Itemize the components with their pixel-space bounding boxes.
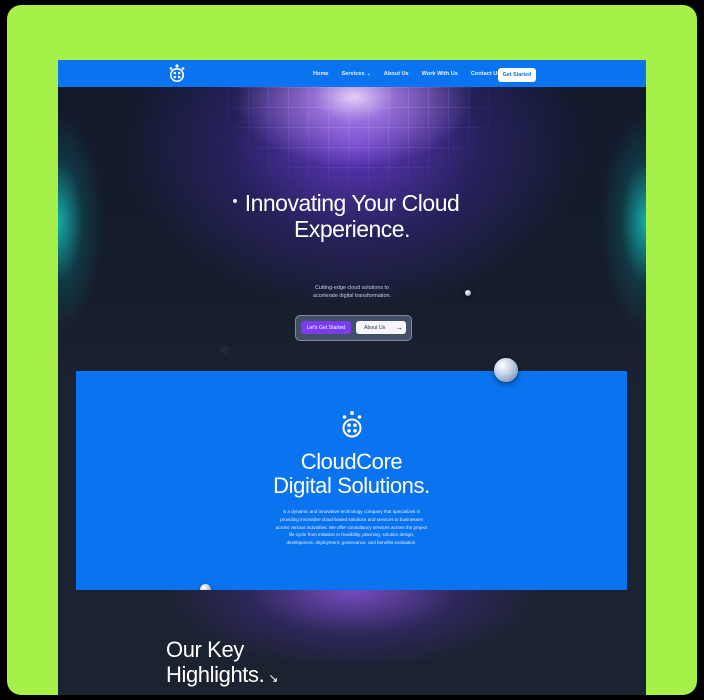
- website-preview: Home Services ⌄ About Us Work With Us Con…: [58, 60, 646, 695]
- about-title-line-2: Digital Solutions.: [273, 473, 430, 498]
- highlights-title-line-2: Highlights. ↘: [166, 662, 278, 691]
- nav-link-services[interactable]: Services ⌄: [342, 71, 371, 77]
- highlights-section: Our Key Highlights. ↘: [58, 590, 646, 695]
- about-description-line: providing innovative cloud-based solutio…: [280, 516, 423, 522]
- hero-subtitle-line-1: Cutting-edge cloud solutions to: [314, 285, 390, 291]
- about-us-button[interactable]: About Us →: [356, 321, 406, 334]
- hero-title-line-2: Experience.: [294, 216, 410, 242]
- about-description: is a dynamic and innovative technology c…: [264, 508, 439, 547]
- about-us-button-label: About Us: [364, 324, 386, 331]
- arrow-down-right-icon: ↘: [268, 671, 278, 685]
- hero-grid-pattern: [208, 87, 508, 197]
- nav-link-about-us[interactable]: About Us: [384, 71, 409, 77]
- lets-get-started-button[interactable]: Let's Get Started: [301, 321, 351, 334]
- highlights-title-line-1: Our Key: [166, 637, 244, 662]
- about-description-line: development, deployment, governance, and…: [286, 540, 417, 546]
- arrow-right-icon: →: [395, 323, 404, 332]
- screenshot-frame: Home Services ⌄ About Us Work With Us Con…: [0, 0, 704, 700]
- nav-link-work-with-us[interactable]: Work With Us: [422, 71, 458, 77]
- cloudcore-logo-icon: [342, 411, 362, 438]
- hero-subtitle-line-2: accelerate digital transformation.: [313, 293, 391, 299]
- about-title: CloudCore Digital Solutions.: [76, 450, 627, 498]
- chevron-down-icon: ⌄: [366, 70, 371, 77]
- nav-links: Home Services ⌄ About Us Work With Us Con…: [313, 60, 513, 87]
- highlights-title: Our Key Highlights. ↘: [166, 637, 278, 691]
- about-description-line: is a dynamic and innovative technology c…: [282, 509, 421, 514]
- hero-title-line-1: Innovating Your Cloud: [244, 190, 460, 216]
- hero-subtitle: Cutting-edge cloud solutions to accelera…: [302, 284, 402, 300]
- hero-section: Innovating Your Cloud Experience. Cuttin…: [58, 87, 646, 387]
- get-started-button[interactable]: Get Started: [498, 68, 536, 82]
- about-title-line-1: CloudCore: [300, 449, 403, 474]
- nav-link-contact-us[interactable]: Contact Us: [471, 71, 501, 77]
- nav-link-home[interactable]: Home: [313, 71, 329, 77]
- top-navigation-bar: Home Services ⌄ About Us Work With Us Con…: [58, 60, 646, 87]
- cloudcore-logo-icon[interactable]: [166, 63, 188, 83]
- hero-title: Innovating Your Cloud Experience.: [58, 190, 646, 242]
- decorative-sphere-large: [494, 358, 518, 382]
- nav-link-services-label: Services: [341, 70, 365, 77]
- about-section: CloudCore Digital Solutions. is a dynami…: [76, 371, 627, 590]
- hero-button-group: Let's Get Started About Us →: [295, 315, 412, 341]
- decorative-sphere-small: [465, 290, 471, 296]
- lime-background: Home Services ⌄ About Us Work With Us Con…: [7, 5, 697, 695]
- about-description-line: across various industries. We offer cons…: [275, 524, 428, 530]
- highlights-title-line-2-text: Highlights.: [166, 662, 265, 687]
- decorative-dot: [220, 345, 229, 354]
- about-description-line: life cycle from initiation to feasibilit…: [288, 532, 415, 538]
